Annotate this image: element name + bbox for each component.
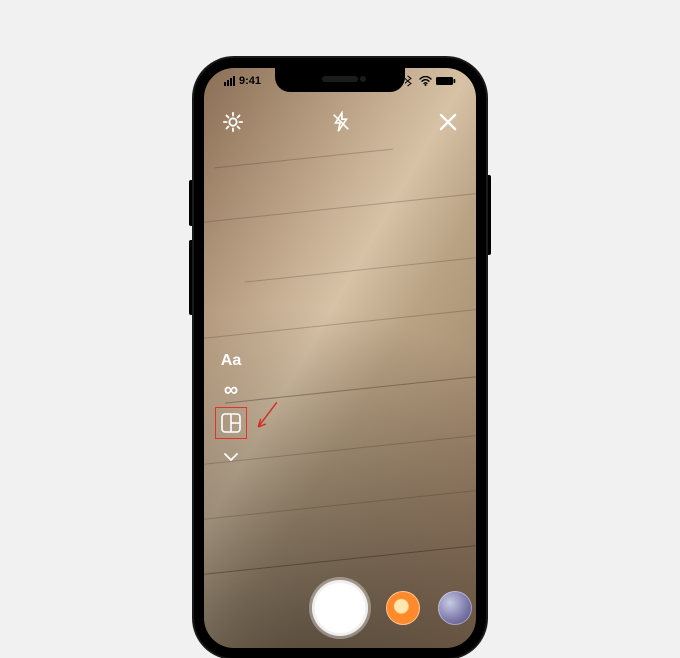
- wifi-icon: [419, 76, 432, 86]
- text-tool-button[interactable]: Aa: [221, 352, 241, 370]
- boomerang-button[interactable]: ∞: [224, 383, 238, 397]
- status-bar: 9:41: [204, 73, 476, 89]
- filter-button-2[interactable]: [438, 591, 472, 625]
- flash-off-icon: [330, 111, 352, 133]
- more-tools-button[interactable]: [223, 449, 239, 467]
- shutter-button[interactable]: [312, 580, 368, 636]
- filter-button-1[interactable]: [386, 591, 420, 625]
- signal-icon: [224, 76, 235, 86]
- camera-viewfinder: 9:41: [204, 68, 476, 648]
- status-time: 9:41: [239, 75, 261, 87]
- flash-button[interactable]: [330, 111, 352, 138]
- bluetooth-icon: [405, 75, 415, 87]
- battery-icon: [436, 76, 456, 86]
- annotation-arrow: [244, 397, 287, 435]
- close-button[interactable]: [438, 112, 458, 137]
- close-icon: [438, 112, 458, 132]
- annotation-highlight: [215, 407, 247, 439]
- phone-frame: 9:41: [194, 58, 486, 658]
- gear-icon: [222, 111, 244, 133]
- settings-button[interactable]: [222, 111, 244, 138]
- chevron-down-icon: [223, 452, 239, 462]
